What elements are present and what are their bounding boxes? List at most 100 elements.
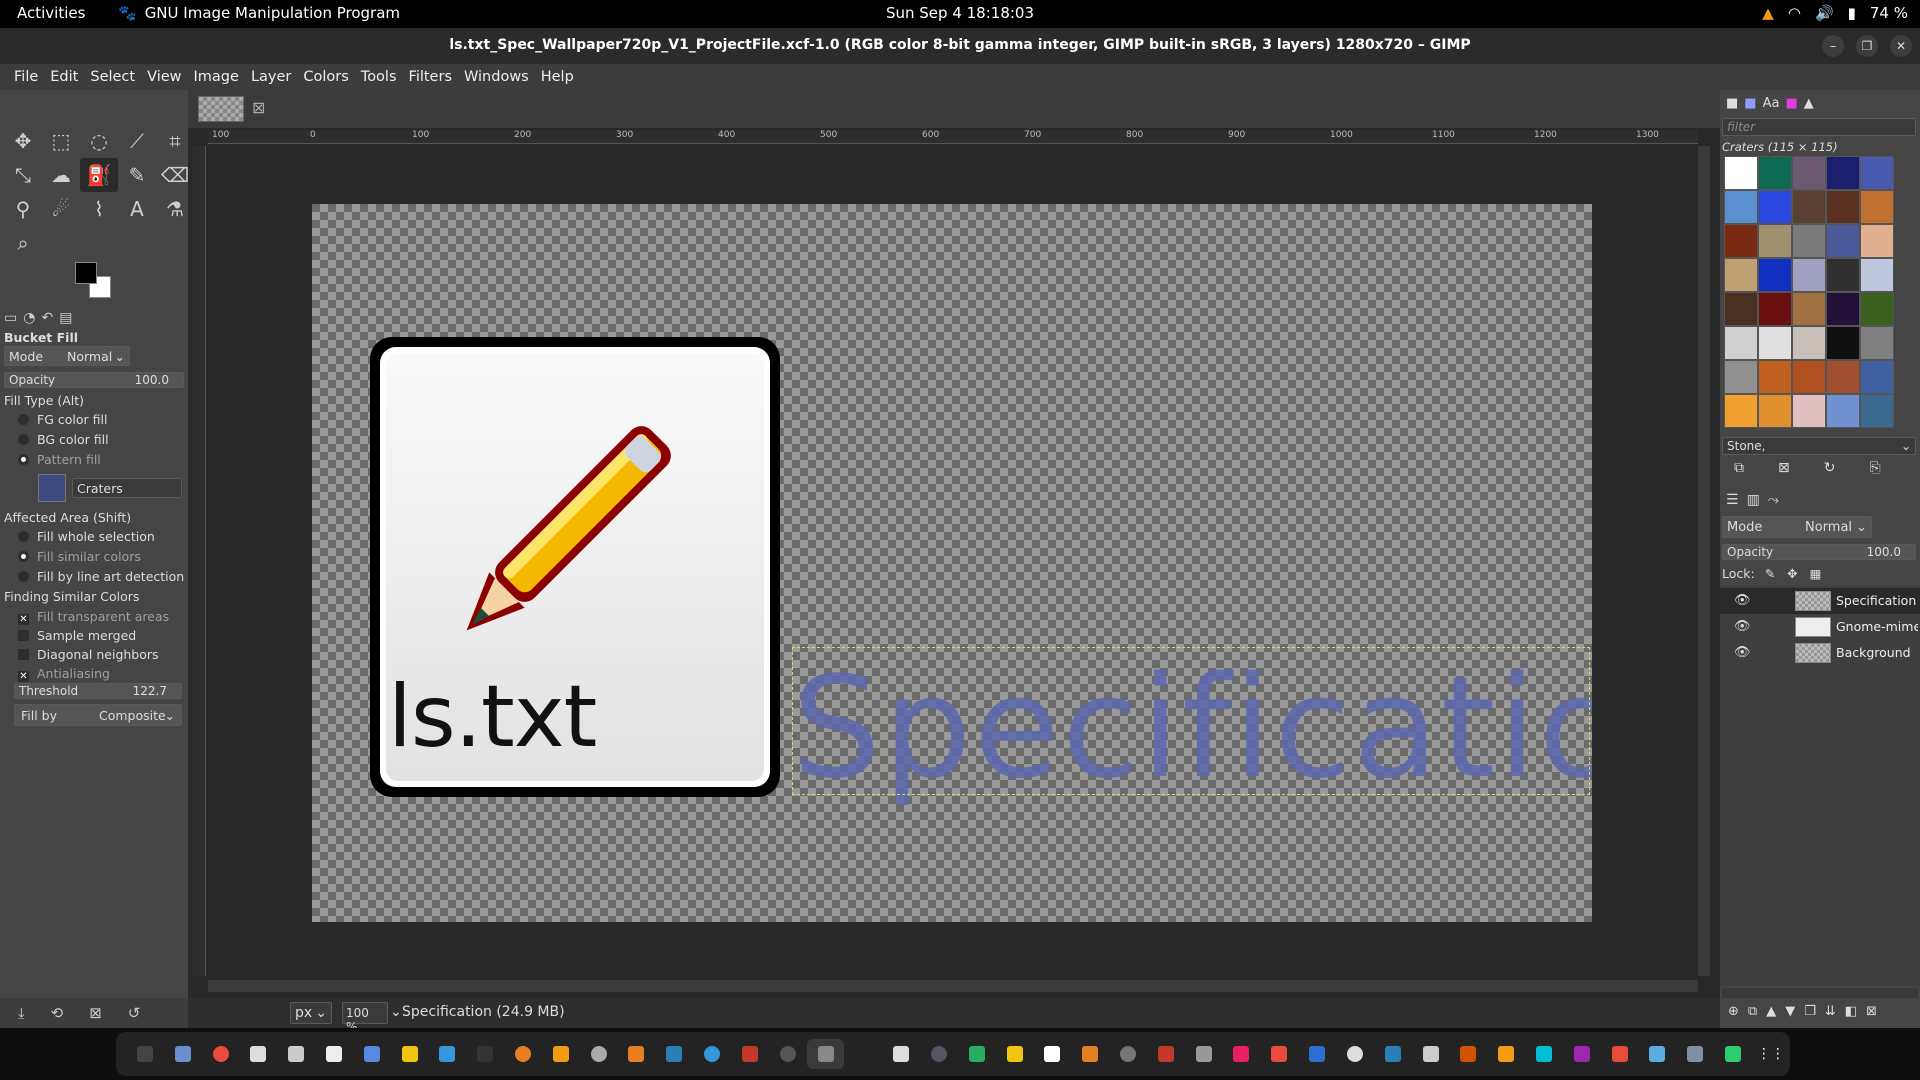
archive-app-icon[interactable] <box>996 1039 1034 1069</box>
bg-fill-radio[interactable]: BG color fill <box>18 432 109 447</box>
brushes-tab-icon[interactable]: ■ <box>1726 96 1738 111</box>
menu-help[interactable]: Help <box>535 69 580 85</box>
show-apps-icon[interactable]: ⋮⋮ <box>1752 1039 1790 1069</box>
delete-pattern-icon[interactable]: ⊠ <box>1778 460 1790 476</box>
chat-app-icon[interactable] <box>1487 1039 1525 1069</box>
move-tool-icon[interactable]: ✥ <box>4 124 42 158</box>
pattern-tag-input[interactable]: Stone, ⌄ <box>1722 437 1916 455</box>
paths-tool-icon[interactable]: ⌇ <box>80 192 118 226</box>
gradients-tab-icon[interactable]: ■ <box>1785 96 1797 111</box>
drawing-app-icon[interactable] <box>1034 1039 1072 1069</box>
layer-mode-select[interactable]: Mode Normal ⌄ <box>1722 516 1872 538</box>
chevron-down-icon[interactable]: ⌄ <box>390 1004 402 1020</box>
settings-app-icon[interactable] <box>580 1039 618 1069</box>
menu-view[interactable]: View <box>141 69 187 85</box>
pattern-fill-radio[interactable]: Pattern fill <box>18 452 101 467</box>
writer-app-icon[interactable] <box>429 1039 467 1069</box>
krita-app-icon[interactable] <box>1185 1039 1223 1069</box>
pattern-name[interactable]: Craters <box>72 478 182 498</box>
text-tool-icon[interactable]: A <box>118 192 156 226</box>
mask-layer-icon[interactable]: ◧ <box>1845 1004 1857 1019</box>
minimize-button[interactable]: – <box>1822 35 1844 57</box>
visibility-eye-icon[interactable]: 👁 <box>1734 645 1751 660</box>
fill-whole-selection-radio[interactable]: Fill whole selection <box>18 529 155 544</box>
menu-image[interactable]: Image <box>188 69 245 85</box>
sample-merged-checkbox[interactable]: Sample merged <box>18 628 136 643</box>
layer-opacity-slider[interactable]: Opacity 100.0 <box>1722 544 1916 560</box>
horizontal-scrollbar[interactable] <box>208 980 1698 992</box>
pdf-app-icon[interactable] <box>1147 1039 1185 1069</box>
camera-app-icon[interactable] <box>769 1039 807 1069</box>
new-layer-icon[interactable]: ⊕ <box>1728 1004 1739 1019</box>
music-app-icon[interactable] <box>1412 1039 1450 1069</box>
monitor-app-icon[interactable] <box>731 1039 769 1069</box>
raise-layer-icon[interactable]: ▲ <box>1766 1004 1776 1019</box>
opacity-slider[interactable]: Opacity 100.0 <box>4 372 184 388</box>
video-editor-app-icon[interactable] <box>1563 1039 1601 1069</box>
layer-row[interactable]: 👁 Background <box>1720 640 1920 666</box>
layers-tab-icon[interactable]: ☰ <box>1726 492 1739 508</box>
duplicate-layer-icon[interactable]: ❐ <box>1804 1004 1816 1019</box>
diagonal-neighbors-checkbox[interactable]: Diagonal neighbors <box>18 647 159 662</box>
document-app-icon[interactable] <box>353 1039 391 1069</box>
channels-tab-icon[interactable]: ▥ <box>1747 492 1760 508</box>
fg-fill-radio[interactable]: FG color fill <box>18 412 107 427</box>
mode-select[interactable]: Mode Normal ⌄ <box>4 346 130 366</box>
image-tab-thumbnail[interactable] <box>198 96 244 122</box>
trash-app-icon[interactable] <box>1714 1039 1752 1069</box>
pattern-grid[interactable] <box>1724 156 1894 428</box>
fill-transparent-checkbox[interactable]: ✕ Fill transparent areas <box>18 609 169 625</box>
search-app-icon[interactable] <box>315 1039 353 1069</box>
maximize-button[interactable]: ❐ <box>1856 35 1878 57</box>
close-button[interactable]: ✕ <box>1890 35 1912 57</box>
obs-app-icon[interactable] <box>920 1039 958 1069</box>
menu-edit[interactable]: Edit <box>44 69 84 85</box>
reset-options-icon[interactable]: ↺ <box>128 1004 141 1022</box>
tools-app-icon[interactable] <box>1639 1039 1677 1069</box>
pencil-tool-icon[interactable]: ✎ <box>118 158 156 192</box>
game-app-icon[interactable] <box>1449 1039 1487 1069</box>
antialiasing-checkbox[interactable]: ✕ Antialiasing <box>18 666 110 682</box>
blender-app-icon[interactable] <box>882 1039 920 1069</box>
files-app-icon[interactable] <box>164 1039 202 1069</box>
calendar2-app-icon[interactable] <box>1260 1039 1298 1069</box>
menu-select[interactable]: Select <box>84 69 141 85</box>
fill-line-art-radio[interactable]: Fill by line art detection <box>18 569 184 584</box>
delete-layer-icon[interactable]: ⊠ <box>1866 1004 1877 1019</box>
threshold-slider[interactable]: Threshold 122.7 <box>14 683 182 699</box>
media-app-icon[interactable] <box>1223 1039 1261 1069</box>
vm-app-icon[interactable] <box>1374 1039 1412 1069</box>
browser2-app-icon[interactable] <box>1525 1039 1563 1069</box>
smudge-tool-icon[interactable]: ☄ <box>42 192 80 226</box>
inkscape-app-icon[interactable] <box>844 1039 882 1069</box>
paths-tab-icon[interactable]: ⤳ <box>1768 492 1779 508</box>
clone-tool-icon[interactable]: ⚲ <box>4 192 42 226</box>
fonts-tab-icon[interactable]: Aa <box>1763 96 1780 111</box>
console-app-icon[interactable] <box>466 1039 504 1069</box>
vertical-ruler[interactable] <box>192 146 206 976</box>
undo-history-tab-icon[interactable]: ↶ <box>41 310 53 326</box>
text-editor-app-icon[interactable] <box>277 1039 315 1069</box>
calendar-app-icon[interactable] <box>655 1039 693 1069</box>
layers-scrollbar[interactable] <box>1722 988 1918 998</box>
zoom-tool-icon[interactable]: ⌕ <box>4 226 42 260</box>
menu-layer[interactable]: Layer <box>245 69 297 85</box>
fg-bg-colors[interactable] <box>75 262 117 302</box>
presentation-app-icon[interactable] <box>391 1039 429 1069</box>
merge-layer-icon[interactable]: ⇊ <box>1825 1004 1836 1019</box>
chrome-app-icon[interactable] <box>202 1039 240 1069</box>
vertical-scrollbar[interactable] <box>1698 146 1710 976</box>
delete-options-icon[interactable]: ⊠ <box>89 1004 102 1022</box>
images-tab-icon[interactable]: ▤ <box>59 310 72 326</box>
folder-app-icon[interactable] <box>1676 1039 1714 1069</box>
layer-row[interactable]: 👁 Specification <box>1720 588 1920 614</box>
foreground-color-swatch[interactable] <box>75 262 97 284</box>
app-menu[interactable]: 🐾 GNU Image Manipulation Program <box>118 4 400 22</box>
save-options-icon[interactable]: ⤓ <box>18 1004 25 1022</box>
refresh-patterns-icon[interactable]: ↻ <box>1824 460 1836 476</box>
lock-position-icon[interactable]: ✥ <box>1787 566 1797 581</box>
lower-layer-icon[interactable]: ▼ <box>1785 1004 1795 1019</box>
patterns-tab-icon[interactable]: ■ <box>1744 96 1756 111</box>
steam-app-icon[interactable] <box>1336 1039 1374 1069</box>
menu-windows[interactable]: Windows <box>458 69 535 85</box>
